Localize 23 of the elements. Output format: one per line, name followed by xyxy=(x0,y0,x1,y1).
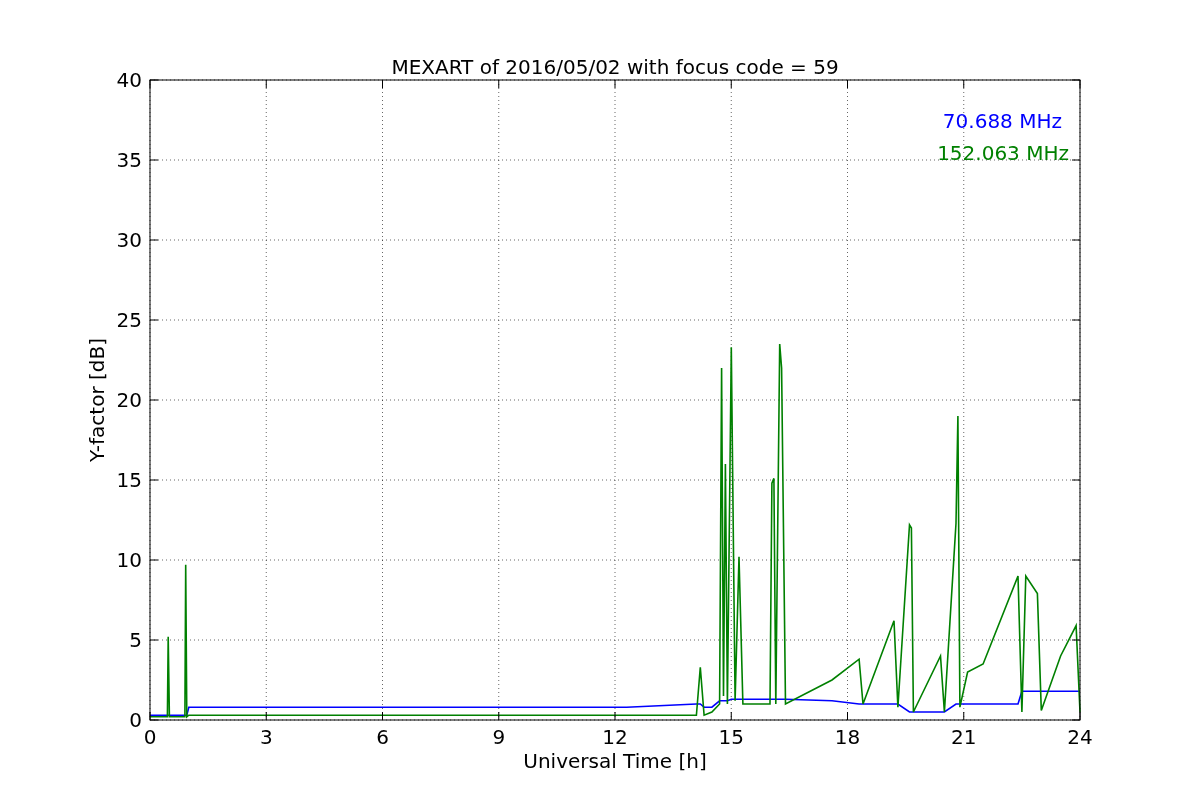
x-tick-label: 3 xyxy=(259,725,273,749)
x-tick-label: 24 xyxy=(1067,725,1093,749)
y-tick-label: 25 xyxy=(116,308,142,332)
y-tick-label: 15 xyxy=(116,468,142,492)
y-tick-label: 20 xyxy=(116,388,142,412)
x-axis-label: Universal Time [h] xyxy=(523,749,707,773)
y-tick-label: 10 xyxy=(116,548,142,572)
x-tick-label: 12 xyxy=(602,725,628,749)
y-tick-label: 30 xyxy=(116,228,142,252)
x-tick-label: 9 xyxy=(492,725,506,749)
x-tick-label: 15 xyxy=(718,725,744,749)
y-tick-label: 35 xyxy=(116,148,142,172)
x-tick-label: 0 xyxy=(143,725,157,749)
legend-label: 70.688 MHz xyxy=(942,109,1062,133)
y-tick-label: 5 xyxy=(129,628,142,652)
legend-label: 152.063 MHz xyxy=(937,141,1069,165)
y-tick-label: 40 xyxy=(116,68,142,92)
y-axis-label: Y-factor [dB] xyxy=(85,338,109,462)
chart-title: MEXART of 2016/05/02 with focus code = 59 xyxy=(391,55,839,79)
y-tick-label: 0 xyxy=(129,708,142,732)
x-tick-label: 6 xyxy=(376,725,389,749)
x-tick-label: 18 xyxy=(834,725,861,749)
x-tick-label: 21 xyxy=(951,725,977,749)
